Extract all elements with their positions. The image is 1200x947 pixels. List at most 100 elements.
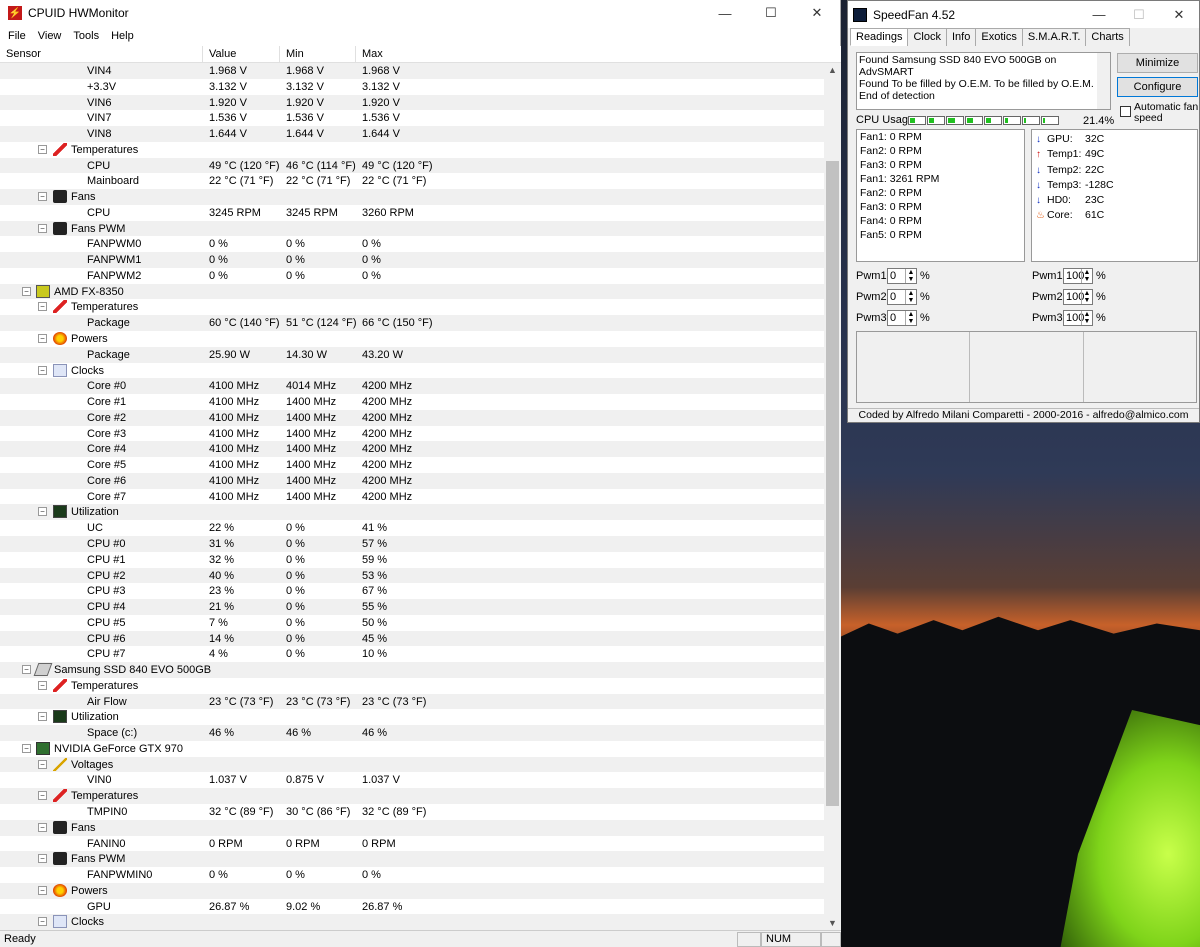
device-row[interactable]: − Samsung SSD 840 EVO 500GB: [0, 662, 824, 678]
sensor-row[interactable]: Core #3 4100 MHz 1400 MHz 4200 MHz: [0, 426, 824, 442]
sensor-row[interactable]: VIN7 1.536 V 1.536 V 1.536 V: [0, 110, 824, 126]
sensor-row[interactable]: VIN4 1.968 V 1.968 V 1.968 V: [0, 63, 824, 79]
menu-view[interactable]: View: [32, 30, 68, 42]
menu-help[interactable]: Help: [105, 30, 140, 42]
tab-clock[interactable]: Clock: [907, 28, 947, 46]
pwm-spinbox[interactable]: 0 ▲ ▼: [887, 310, 917, 326]
scroll-up-icon[interactable]: ▲: [824, 65, 841, 75]
sensor-row[interactable]: +3.3V 3.132 V 3.132 V 3.132 V: [0, 79, 824, 95]
sensor-row[interactable]: FANIN0 0 RPM 0 RPM 0 RPM: [0, 836, 824, 852]
collapse-toggle-icon[interactable]: −: [38, 334, 47, 344]
sensor-group-row[interactable]: − Temperatures: [0, 299, 824, 315]
sensor-group-row[interactable]: − Utilization: [0, 504, 824, 521]
spin-arrows-icon[interactable]: ▲ ▼: [905, 290, 916, 304]
tab-info[interactable]: Info: [946, 28, 977, 46]
sensor-group-row[interactable]: − Temperatures: [0, 788, 824, 804]
sensor-row[interactable]: FANPWM2 0 % 0 % 0 %: [0, 268, 824, 284]
pwm-spinbox[interactable]: 100 ▲ ▼: [1063, 268, 1093, 284]
sensor-row[interactable]: CPU #3 23 % 0 % 67 %: [0, 583, 824, 599]
sensor-row[interactable]: Core #6 4100 MHz 1400 MHz 4200 MHz: [0, 472, 824, 489]
collapse-toggle-icon[interactable]: −: [38, 302, 47, 312]
sensor-row[interactable]: VIN8 1.644 V 1.644 V 1.644 V: [0, 126, 824, 142]
sensor-group-row[interactable]: − Clocks: [0, 914, 824, 930]
sensor-row[interactable]: CPU 3245 RPM 3245 RPM 3260 RPM: [0, 205, 824, 221]
sensor-group-row[interactable]: − Utilization: [0, 709, 824, 725]
tab-charts[interactable]: Charts: [1085, 28, 1130, 46]
sensor-group-row[interactable]: − Fans PWM: [0, 220, 824, 237]
sensor-row[interactable]: CPU #7 4 % 0 % 10 %: [0, 646, 824, 662]
collapse-toggle-icon[interactable]: −: [38, 192, 47, 202]
collapse-toggle-icon[interactable]: −: [38, 223, 47, 233]
tab-exotics[interactable]: Exotics: [975, 28, 1023, 46]
sensor-row[interactable]: Package 60 °C (140 °F) 51 °C (124 °F) 66 °C…: [0, 315, 824, 332]
sensor-row[interactable]: UC 22 % 0 % 41 %: [0, 520, 824, 536]
sensor-group-row[interactable]: − Powers: [0, 331, 824, 347]
sensor-group-row[interactable]: − Temperatures: [0, 678, 824, 694]
tab-readings[interactable]: Readings: [850, 28, 909, 46]
sensor-row[interactable]: VIN6 1.920 V 1.920 V 1.920 V: [0, 94, 824, 111]
sensor-row[interactable]: CPU #2 40 % 0 % 53 %: [0, 567, 824, 584]
collapse-toggle-icon[interactable]: −: [38, 854, 47, 864]
sensor-row[interactable]: Mainboard 22 °C (71 °F) 22 °C (71 °F) 22 °C…: [0, 173, 824, 189]
configure-button[interactable]: Configure: [1117, 77, 1198, 97]
collapse-toggle-icon[interactable]: −: [38, 885, 47, 895]
collapse-toggle-icon[interactable]: −: [38, 791, 47, 801]
spin-arrows-icon[interactable]: ▲ ▼: [1081, 311, 1092, 325]
collapse-toggle-icon[interactable]: −: [38, 759, 47, 769]
collapse-toggle-icon[interactable]: −: [38, 712, 47, 722]
close-icon[interactable]: ✕: [794, 0, 840, 26]
sensor-row[interactable]: Core #7 4100 MHz 1400 MHz 4200 MHz: [0, 489, 824, 505]
collapse-toggle-icon[interactable]: −: [38, 365, 47, 375]
sensor-row[interactable]: Core #5 4100 MHz 1400 MHz 4200 MHz: [0, 457, 824, 473]
scroll-down-icon[interactable]: ▼: [824, 918, 841, 928]
sensor-group-row[interactable]: − Fans: [0, 819, 824, 836]
pwm-spinbox[interactable]: 0 ▲ ▼: [887, 268, 917, 284]
sensor-row[interactable]: Package 25.90 W 14.30 W 43.20 W: [0, 346, 824, 363]
minimize-button[interactable]: Minimize: [1117, 53, 1198, 73]
spin-arrows-icon[interactable]: ▲ ▼: [1081, 290, 1092, 304]
sensor-row[interactable]: CPU 49 °C (120 °F) 46 °C (114 °F) 49 °C (12…: [0, 157, 824, 174]
minimize-icon[interactable]: —: [702, 0, 748, 26]
column-min[interactable]: Min: [280, 46, 356, 62]
collapse-toggle-icon[interactable]: −: [22, 665, 31, 675]
sensor-row[interactable]: FANPWM1 0 % 0 % 0 %: [0, 252, 824, 268]
collapse-toggle-icon[interactable]: −: [38, 680, 47, 690]
sensor-group-row[interactable]: − Fans: [0, 189, 824, 205]
automatic-fan-speed-checkbox[interactable]: Automatic fan speed: [1120, 102, 1200, 124]
sensor-row[interactable]: FANPWM0 0 % 0 % 0 %: [0, 236, 824, 252]
device-row[interactable]: − AMD FX-8350: [0, 283, 824, 300]
spin-arrows-icon[interactable]: ▲ ▼: [905, 311, 916, 325]
device-row[interactable]: − NVIDIA GeForce GTX 970: [0, 741, 824, 757]
speedfan-titlebar[interactable]: SpeedFan 4.52 — ☐ ✕: [848, 1, 1199, 28]
sensor-row[interactable]: TMPIN0 32 °C (89 °F) 30 °C (86 °F) 32 °C (8…: [0, 804, 824, 820]
checkbox-box[interactable]: [1120, 106, 1131, 117]
sensor-row[interactable]: CPU #0 31 % 0 % 57 %: [0, 535, 824, 552]
menu-file[interactable]: File: [2, 30, 32, 42]
sensor-row[interactable]: Air Flow 23 °C (73 °F) 23 °C (73 °F) 23 °C …: [0, 693, 824, 710]
tab-smart[interactable]: S.M.A.R.T.: [1021, 28, 1087, 46]
sensor-row[interactable]: GPU 26.87 % 9.02 % 26.87 %: [0, 899, 824, 915]
collapse-toggle-icon[interactable]: −: [38, 144, 47, 154]
sensor-row[interactable]: Core #2 4100 MHz 1400 MHz 4200 MHz: [0, 409, 824, 426]
sensor-row[interactable]: CPU #6 14 % 0 % 45 %: [0, 630, 824, 647]
sf-close-icon[interactable]: ✕: [1159, 2, 1199, 28]
collapse-toggle-icon[interactable]: −: [38, 917, 47, 927]
vertical-scrollbar[interactable]: ▲ ▼: [824, 63, 841, 930]
maximize-icon[interactable]: ☐: [748, 0, 794, 26]
sensor-row[interactable]: FANPWMIN0 0 % 0 % 0 %: [0, 867, 824, 883]
sensor-row[interactable]: CPU #1 32 % 0 % 59 %: [0, 552, 824, 568]
scroll-thumb[interactable]: [826, 161, 839, 806]
sf-minimize-icon[interactable]: —: [1079, 2, 1119, 28]
collapse-toggle-icon[interactable]: −: [22, 286, 31, 296]
sensor-row[interactable]: Core #1 4100 MHz 1400 MHz 4200 MHz: [0, 394, 824, 410]
detection-log[interactable]: Found Samsung SSD 840 EVO 500GB on AdvSM…: [856, 52, 1111, 110]
sensor-group-row[interactable]: − Powers: [0, 882, 824, 899]
pwm-spinbox[interactable]: 0 ▲ ▼: [887, 289, 917, 305]
sensor-row[interactable]: Core #4 4100 MHz 1400 MHz 4200 MHz: [0, 441, 824, 458]
column-sensor[interactable]: Sensor: [0, 46, 203, 62]
sensor-group-row[interactable]: − Fans PWM: [0, 851, 824, 868]
sensor-row[interactable]: Space (c:) 46 % 46 % 46 %: [0, 725, 824, 741]
sensor-row[interactable]: CPU #4 21 % 0 % 55 %: [0, 599, 824, 615]
collapse-toggle-icon[interactable]: −: [22, 743, 31, 753]
column-max[interactable]: Max: [356, 46, 841, 62]
